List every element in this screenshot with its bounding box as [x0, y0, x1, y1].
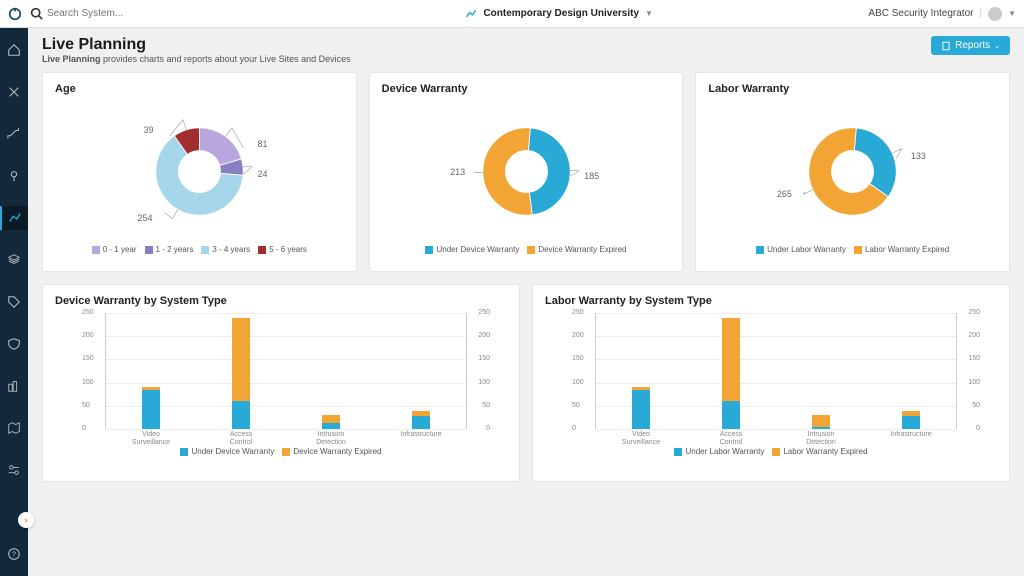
search-wrap — [30, 7, 250, 20]
device-warranty-legend: Under Device Warranty Device Warranty Exp… — [382, 245, 671, 254]
svg-text:?: ? — [12, 552, 16, 559]
card-title: Labor Warranty — [708, 83, 997, 95]
avatar[interactable] — [988, 7, 1002, 21]
card-title: Device Warranty — [382, 83, 671, 95]
sidebar: › ? — [0, 28, 28, 576]
legend-item: Device Warranty Expired — [527, 245, 626, 254]
document-icon — [941, 41, 951, 51]
topbar: Contemporary Design University ▼ ABC Sec… — [0, 0, 1024, 28]
donut-value-label: 265 — [777, 189, 792, 199]
sidebar-item-devices[interactable] — [0, 458, 28, 482]
page-subtitle: Live Planning provides charts and report… — [42, 54, 351, 64]
user-menu-chevron-icon[interactable]: ▼ — [1008, 9, 1016, 18]
sidebar-item-location[interactable] — [0, 164, 28, 188]
device-by-type-legend: Under Device Warranty Device Warranty Exp… — [55, 447, 507, 456]
legend-item: Under Device Warranty — [425, 245, 519, 254]
legend-item: 1 - 2 years — [145, 245, 194, 254]
reports-button[interactable]: Reports ⌄ — [931, 36, 1010, 55]
sidebar-item-layers[interactable] — [0, 248, 28, 272]
donut-value-label: 39 — [144, 125, 154, 135]
device-warranty-donut-chart: 185 213 — [382, 101, 671, 241]
org-selector[interactable]: Contemporary Design University ▼ — [258, 8, 860, 20]
chevron-down-icon: ⌄ — [994, 42, 1000, 50]
sidebar-item-help[interactable]: ? — [0, 542, 28, 566]
labor-by-type-bar-chart: 005050100100150150200200250250VideoSurve… — [575, 313, 977, 443]
labor-warranty-donut-chart: 133 265 — [708, 101, 997, 241]
donut-value-label: 24 — [258, 169, 268, 179]
card-title: Age — [55, 83, 344, 95]
age-donut-chart: 81 24 254 39 — [55, 101, 344, 241]
card-labor-by-type: Labor Warranty by System Type 0050501001… — [532, 284, 1010, 482]
legend-item: Labor Warranty Expired — [854, 245, 949, 254]
search-icon — [30, 7, 43, 20]
legend-item: Under Device Warranty — [180, 447, 274, 456]
sidebar-item-analytics[interactable] — [0, 206, 28, 230]
labor-by-type-legend: Under Labor Warranty Labor Warranty Expir… — [545, 447, 997, 456]
sidebar-item-security[interactable] — [0, 332, 28, 356]
labor-warranty-legend: Under Labor Warranty Labor Warranty Expir… — [708, 245, 997, 254]
legend-item: Under Labor Warranty — [756, 245, 846, 254]
sidebar-expand-button[interactable]: › — [18, 512, 34, 528]
legend-item: 3 - 4 years — [201, 245, 250, 254]
chart-icon — [465, 8, 477, 20]
user-area: ABC Security Integrator | ▼ — [868, 7, 1016, 21]
search-input[interactable] — [47, 8, 227, 19]
page-title: Live Planning — [42, 36, 351, 54]
card-labor-warranty: Labor Warranty 133 265 Under Labor Warran… — [695, 72, 1010, 272]
age-legend: 0 - 1 year 1 - 2 years 3 - 4 years 5 - 6 ye… — [55, 245, 344, 254]
content: Live Planning Live Planning provides cha… — [28, 28, 1024, 576]
legend-item: Labor Warranty Expired — [772, 447, 867, 456]
app-logo-icon — [8, 7, 22, 21]
donut-value-label: 185 — [584, 171, 599, 181]
legend-item: Under Labor Warranty — [674, 447, 764, 456]
device-by-type-bar-chart: 005050100100150150200200250250VideoSurve… — [85, 313, 487, 443]
chevron-down-icon: ▼ — [645, 9, 653, 18]
user-name: ABC Security Integrator — [868, 8, 973, 19]
legend-item: Device Warranty Expired — [282, 447, 381, 456]
card-device-by-type: Device Warranty by System Type 005050100… — [42, 284, 520, 482]
donut-value-label: 81 — [258, 139, 268, 149]
sidebar-item-home[interactable] — [0, 38, 28, 62]
card-device-warranty: Device Warranty 185 213 Under Device Warr… — [369, 72, 684, 272]
donut-value-label: 254 — [138, 213, 153, 223]
donut-value-label: 133 — [911, 151, 926, 161]
page-header: Live Planning Live Planning provides cha… — [42, 36, 1010, 64]
sidebar-item-tools[interactable] — [0, 80, 28, 104]
sidebar-item-org[interactable] — [0, 374, 28, 398]
sidebar-item-map[interactable] — [0, 416, 28, 440]
sidebar-item-settings[interactable] — [0, 122, 28, 146]
sidebar-item-tags[interactable] — [0, 290, 28, 314]
legend-item: 5 - 6 years — [258, 245, 307, 254]
donut-value-label: 213 — [450, 167, 465, 177]
card-title: Labor Warranty by System Type — [545, 295, 997, 307]
card-age: Age 81 24 254 39 0 - 1 year 1 - 2 years 3 - 4… — [42, 72, 357, 272]
card-title: Device Warranty by System Type — [55, 295, 507, 307]
org-name: Contemporary Design University — [483, 8, 639, 19]
legend-item: 0 - 1 year — [92, 245, 137, 254]
